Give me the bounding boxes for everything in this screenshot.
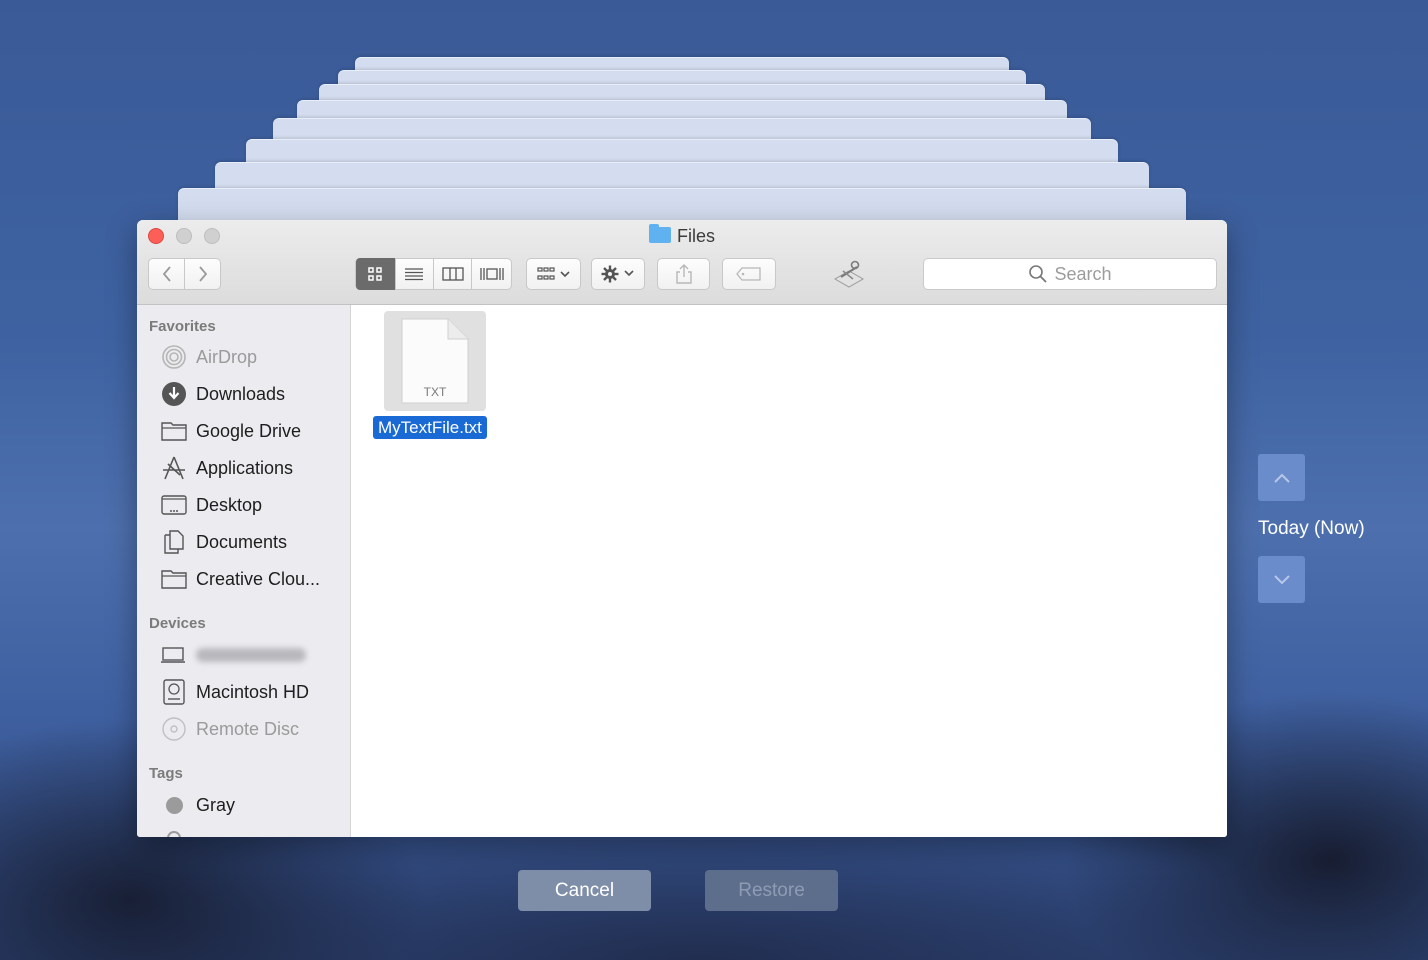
- laptop-icon: [161, 642, 187, 668]
- sidebar-item-desktop[interactable]: Desktop: [161, 490, 262, 520]
- back-forward-control: [148, 258, 221, 290]
- sidebar-item-creative-cloud[interactable]: Creative Clou...: [161, 564, 320, 594]
- sidebar-item-macintosh-hd[interactable]: Macintosh HD: [161, 677, 309, 707]
- chevron-up-icon: [1273, 473, 1290, 483]
- arrange-button[interactable]: [526, 258, 581, 290]
- documents-icon: [161, 529, 187, 555]
- file-type-label: TXT: [423, 385, 447, 399]
- sidebar: Favorites AirDrop Downloads Google Drive…: [137, 305, 351, 837]
- tags-heading: Tags: [149, 765, 183, 782]
- grid-icon: [368, 267, 383, 281]
- sidebar-item-tag-gray[interactable]: Gray: [161, 790, 235, 820]
- redacted-device-name: [196, 648, 306, 662]
- chevron-right-icon: [198, 266, 207, 282]
- view-mode-control: [355, 258, 512, 290]
- back-button[interactable]: [149, 258, 185, 290]
- timeline-down-button[interactable]: [1258, 556, 1305, 603]
- edit-tags-button[interactable]: [722, 258, 776, 290]
- file-item[interactable]: TXT MyTextFile.txt: [351, 305, 511, 445]
- downloads-icon: [161, 381, 187, 407]
- sidebar-item-remote-disc[interactable]: Remote Disc: [161, 714, 299, 744]
- time-machine-icon: [831, 257, 867, 293]
- disc-icon: [161, 716, 187, 742]
- tag-icon: [736, 267, 761, 281]
- columns-icon: [441, 267, 464, 281]
- search-placeholder: Search: [1054, 263, 1112, 284]
- chevron-left-icon: [162, 266, 171, 282]
- applications-icon: [161, 455, 187, 481]
- sidebar-item-applications[interactable]: Applications: [161, 453, 293, 483]
- folder-icon: [161, 418, 187, 444]
- sidebar-item-this-mac[interactable]: [161, 640, 306, 670]
- devices-heading: Devices: [149, 615, 206, 632]
- sidebar-item-documents[interactable]: Documents: [161, 527, 287, 557]
- share-button[interactable]: [657, 258, 710, 290]
- timeline-up-button[interactable]: [1258, 454, 1305, 501]
- arrange-icon: [536, 267, 570, 280]
- title-bar: Files Search: [137, 220, 1227, 305]
- sidebar-item-airdrop[interactable]: AirDrop: [161, 342, 257, 372]
- list-view-button[interactable]: [396, 258, 434, 290]
- folder-icon: [161, 566, 187, 592]
- column-view-button[interactable]: [434, 258, 473, 290]
- action-menu-button[interactable]: [591, 258, 645, 290]
- hard-drive-icon: [161, 679, 187, 705]
- gear-icon: [601, 265, 634, 283]
- share-icon: [675, 264, 692, 284]
- list-icon: [405, 268, 424, 281]
- cover-flow-icon: [479, 268, 504, 280]
- file-name-label: MyTextFile.txt: [373, 416, 487, 439]
- sidebar-item-google-drive[interactable]: Google Drive: [161, 416, 301, 446]
- favorites-heading: Favorites: [149, 318, 216, 335]
- airdrop-icon: [161, 344, 187, 370]
- search-icon: [1029, 265, 1048, 283]
- desktop-icon: [161, 492, 187, 518]
- icon-view-button[interactable]: [356, 258, 396, 290]
- timeline-current-label: Today (Now): [1258, 518, 1365, 539]
- cancel-button[interactable]: Cancel: [518, 870, 651, 911]
- window-title: Files: [137, 224, 1227, 247]
- sidebar-item-downloads[interactable]: Downloads: [161, 379, 285, 409]
- gray-tag-dot-icon: [161, 792, 187, 818]
- file-browser: TXT MyTextFile.txt: [351, 305, 1227, 837]
- folder-icon: [648, 224, 671, 243]
- cover-flow-view-button[interactable]: [472, 258, 511, 290]
- finder-window: Files Search Favorites AirDrop Downloads…: [137, 220, 1227, 837]
- sidebar-item-tag-partial[interactable]: [167, 831, 181, 837]
- search-field[interactable]: Search: [923, 258, 1217, 290]
- file-thumbnail: TXT: [384, 311, 486, 411]
- restore-button[interactable]: Restore: [705, 870, 838, 911]
- chevron-down-icon: [1273, 574, 1290, 584]
- forward-button[interactable]: [185, 258, 220, 290]
